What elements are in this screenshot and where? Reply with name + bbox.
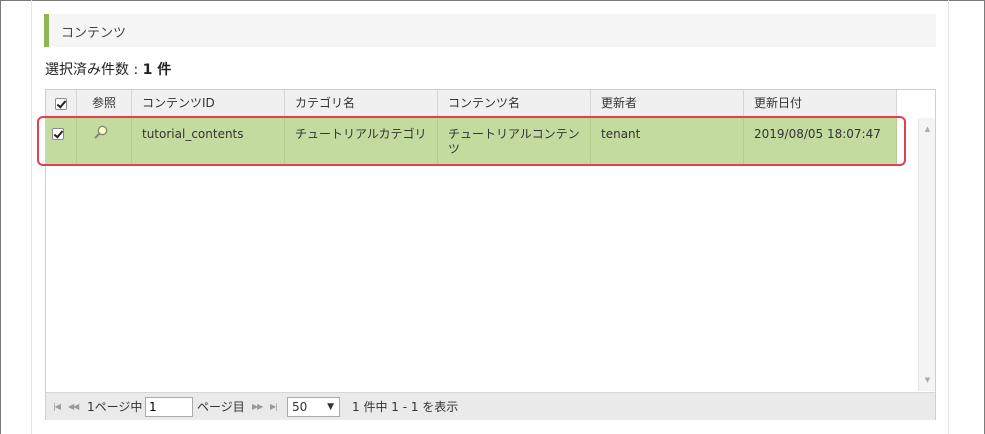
- next-page-icon[interactable]: ▶▶: [252, 393, 263, 421]
- column-header-content-name[interactable]: コンテンツ名: [438, 90, 591, 117]
- highlight-annotation: [37, 116, 906, 166]
- column-header-updated-by[interactable]: 更新者: [591, 90, 744, 117]
- pager: |◀ ◀◀ 1ページ中 ページ目 ▶▶ ▶| 50 ▼ 1 件中 1 - 1 を…: [46, 392, 935, 420]
- select-all-cell: [46, 90, 77, 117]
- page-size-select[interactable]: 50 ▼: [287, 397, 340, 417]
- scroll-up-arrow-icon[interactable]: ▲: [919, 122, 936, 136]
- selected-count-value: 1 件: [142, 62, 172, 78]
- page-suffix: ページ目: [197, 400, 245, 414]
- section-header: コンテンツ: [44, 14, 936, 47]
- scroll-down-arrow-icon[interactable]: ▼: [919, 373, 936, 387]
- column-header-view[interactable]: 参照: [77, 90, 132, 117]
- vertical-scrollbar[interactable]: ▲ ▼: [918, 118, 935, 391]
- divider: [31, 0, 32, 434]
- column-header-updated-at[interactable]: 更新日付: [744, 90, 897, 117]
- column-header-content-id[interactable]: コンテンツID: [132, 90, 285, 117]
- pager-summary: 1 件中 1 - 1 を表示: [352, 400, 459, 414]
- page-prefix: 1ページ中: [87, 400, 143, 414]
- chevron-down-icon: ▼: [327, 402, 334, 412]
- section-title: コンテンツ: [61, 26, 127, 41]
- page-input[interactable]: [145, 397, 193, 417]
- selected-count-label: 選択済み件数 :: [45, 62, 143, 78]
- grid-header: 参照 コンテンツID カテゴリ名 コンテンツ名 更新者 更新日付: [46, 90, 897, 117]
- divider: [948, 0, 949, 434]
- select-all-checkbox[interactable]: [55, 97, 67, 110]
- prev-page-icon[interactable]: ◀◀: [68, 393, 79, 421]
- column-header-category-name[interactable]: カテゴリ名: [285, 90, 438, 117]
- last-page-icon[interactable]: ▶|: [270, 393, 278, 421]
- page-size-value: 50: [292, 400, 308, 414]
- selected-count: 選択済み件数 : 1 件: [45, 59, 171, 79]
- first-page-icon[interactable]: |◀: [53, 393, 61, 421]
